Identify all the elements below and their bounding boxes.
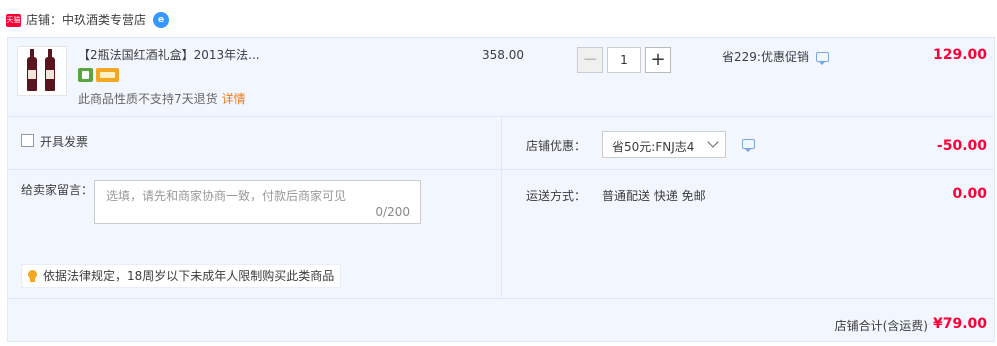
- quantity-increase-button[interactable]: +: [645, 47, 671, 73]
- shop-header: 天猫 店铺：中玖酒类专营店 e: [0, 0, 997, 38]
- shipping-fee: 0.00: [952, 186, 987, 202]
- wangwang-chat-icon[interactable]: e: [153, 12, 169, 28]
- detail-link[interactable]: 详情: [222, 92, 246, 106]
- shop-discount-selected: 省50元:FNJ志4: [612, 140, 695, 154]
- divider: [8, 169, 501, 170]
- discount-info-icon[interactable]: [742, 139, 755, 152]
- seller-message-field[interactable]: 选填，请先和商家协商一致，付款后商家可见 0/200: [94, 180, 421, 224]
- shop-total-label: 店铺合计(含运费): [834, 319, 928, 333]
- unit-price: 358.00: [482, 48, 524, 62]
- shipping-label: 运送方式：: [526, 189, 587, 203]
- shop-discount-select[interactable]: 省50元:FNJ志4: [602, 131, 726, 158]
- return-policy-text: 此商品性质不支持7天退货: [78, 92, 218, 106]
- quantity-stepper: − 1 +: [577, 47, 673, 73]
- order-box: 【2瓶法国红酒礼盒】2013年法... 此商品性质不支持7天退货 详情 358.0…: [7, 37, 995, 342]
- credit-card-icon[interactable]: [96, 68, 119, 82]
- item-row: 【2瓶法国红酒礼盒】2013年法... 此商品性质不支持7天退货 详情 358.0…: [8, 38, 994, 117]
- shop-total-amount: ¥79.00: [932, 316, 987, 332]
- return-policy-note: 此商品性质不支持7天退货 详情: [78, 90, 246, 107]
- age-restriction-note: 依据法律规定，18周岁以下未成年人限制购买此类商品: [21, 264, 342, 288]
- wine-bottle-image: [27, 49, 37, 91]
- age-restriction-text: 依据法律规定，18周岁以下未成年人限制购买此类商品: [43, 269, 335, 283]
- shop-name-link[interactable]: 店铺：中玖酒类专营店: [26, 11, 146, 29]
- product-thumbnail[interactable]: [17, 46, 67, 96]
- invoice-checkbox[interactable]: [21, 134, 34, 147]
- tmall-badge-icon: 天猫: [6, 14, 21, 27]
- shop-discount-label: 店铺优惠：: [526, 139, 587, 153]
- divider: [502, 169, 994, 170]
- item-total-price: 129.00: [932, 47, 987, 63]
- lightbulb-icon: [28, 270, 37, 282]
- seven-day-service-icon[interactable]: [78, 68, 93, 82]
- seller-message-placeholder: 选填，请先和商家协商一致，付款后商家可见: [106, 189, 347, 203]
- wine-bottle-image: [45, 49, 55, 91]
- product-title-link[interactable]: 【2瓶法国红酒礼盒】2013年法...: [78, 46, 260, 63]
- order-options-panel: 开具发票 给卖家留言： 选填，请先和商家协商一致，付款后商家可见 0/200 依…: [8, 117, 502, 297]
- message-char-count: 0/200: [375, 205, 410, 219]
- discount-amount: -50.00: [936, 138, 987, 154]
- quantity-input[interactable]: 1: [607, 47, 641, 73]
- shop-total-row: 店铺合计(含运费) ¥79.00: [8, 298, 994, 343]
- invoice-label: 开具发票: [40, 135, 89, 149]
- shipping-method: 普通配送 快递 免邮: [602, 189, 706, 203]
- quantity-decrease-button[interactable]: −: [577, 47, 603, 73]
- chevron-down-icon: [707, 136, 719, 148]
- promotion-info-icon[interactable]: [816, 52, 829, 65]
- seller-message-label: 给卖家留言：: [21, 183, 94, 197]
- order-fees-panel: 店铺优惠： 省50元:FNJ志4 -50.00 运送方式： 普通配送 快递 免邮…: [502, 117, 994, 297]
- promotion-text: 省229:优惠促销: [722, 50, 809, 64]
